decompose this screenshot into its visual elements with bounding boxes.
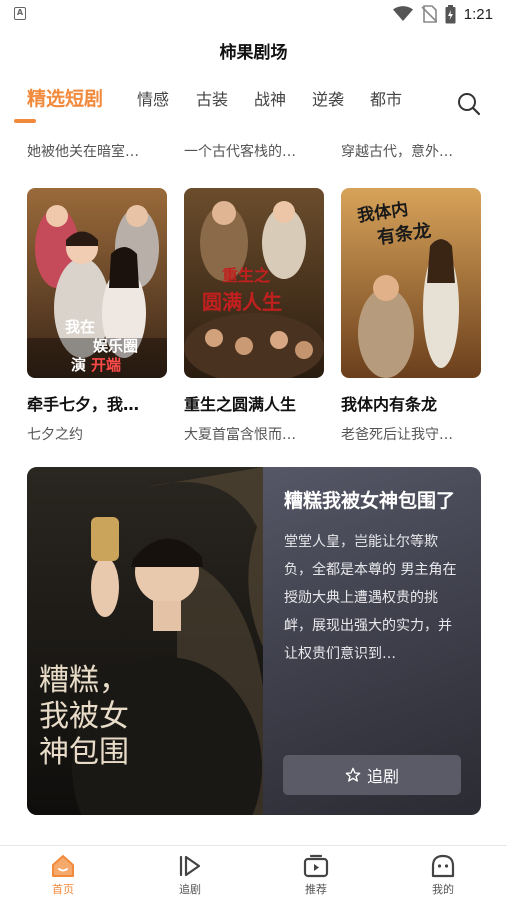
- featured-poster-text: 糟糕，我被女神包围: [39, 663, 129, 770]
- active-tab-indicator: [14, 119, 36, 123]
- poster-text: 重生之: [222, 266, 271, 285]
- search-icon[interactable]: [457, 92, 481, 116]
- tab-war-god[interactable]: 战神: [254, 86, 286, 110]
- no-sim-icon: [421, 5, 437, 23]
- tab-counterattack[interactable]: 逆袭: [312, 86, 344, 110]
- nav-label: 我的: [432, 883, 454, 896]
- featured-drama-banner[interactable]: 糟糕，我被女神包围 糟糕我被女神包围了 堂堂人皇，岂能让尔等欺负，全都是本尊的 …: [27, 467, 481, 815]
- home-icon: [52, 855, 74, 877]
- notification-a-icon: A: [14, 7, 26, 20]
- tab-emotion[interactable]: 情感: [137, 86, 169, 110]
- card-title: 牵手七夕，我…: [27, 395, 140, 414]
- tab-costume[interactable]: 古装: [196, 86, 228, 110]
- clock-time: 1:21: [463, 5, 493, 23]
- drama-card[interactable]: 我在 娱乐圈 演 开端 牵手七夕，我… 七夕之约: [27, 188, 167, 444]
- prev-card-desc: 穿越古代，意外…: [341, 144, 453, 160]
- bottom-navigation: 首页 追剧 推荐 我的: [0, 845, 507, 901]
- follow-button-label: 追剧: [366, 767, 399, 786]
- nav-profile[interactable]: 我的: [413, 854, 473, 897]
- drama-card[interactable]: 我体内 有条龙 我体内有条龙 老爸死后让我守…: [341, 188, 481, 444]
- tab-urban[interactable]: 都市: [370, 86, 402, 110]
- nav-label: 推荐: [305, 883, 327, 896]
- nav-recommend[interactable]: 推荐: [286, 854, 346, 897]
- poster-text: 演: [71, 356, 87, 374]
- nav-label: 首页: [52, 883, 74, 896]
- featured-title: 糟糕我被女神包围了: [284, 490, 456, 512]
- drama-poster[interactable]: 我体内 有条龙: [341, 188, 481, 378]
- category-tabs: 精选短剧 情感 古装 战神 逆袭 都市: [0, 86, 507, 126]
- prev-card-desc: 一个古代客栈的…: [184, 144, 296, 160]
- drama-poster[interactable]: 我在 娱乐圈 演 开端: [27, 188, 167, 378]
- status-icons: 1:21: [392, 4, 493, 24]
- tv-icon: [303, 854, 329, 878]
- prev-card-desc: 她被他关在暗室…: [27, 144, 139, 160]
- nav-label: 追剧: [179, 883, 201, 896]
- card-title: 重生之圆满人生: [184, 395, 297, 414]
- featured-info: 糟糕我被女神包围了 堂堂人皇，岂能让尔等欺负，全都是本尊的 男主角在授勋大典上遭…: [284, 487, 464, 668]
- star-icon: [345, 767, 361, 782]
- status-bar: A 1:21: [0, 0, 507, 30]
- wifi-icon: [392, 6, 413, 21]
- nav-home[interactable]: 首页: [33, 854, 93, 897]
- drama-card[interactable]: 重生之 圆满人生 重生之圆满人生 大夏首富含恨而…: [184, 188, 324, 444]
- featured-poster[interactable]: 糟糕，我被女神包围: [27, 467, 263, 815]
- card-subtitle: 大夏首富含恨而…: [184, 427, 296, 443]
- follow-drama-button[interactable]: 追剧: [283, 755, 461, 795]
- poster-text: 娱乐圈: [93, 337, 139, 355]
- card-subtitle: 七夕之约: [27, 427, 83, 443]
- app-title: 柿果剧场: [219, 43, 288, 63]
- poster-text: 圆满人生: [202, 290, 282, 314]
- card-title: 我体内有条龙: [341, 395, 438, 414]
- nav-following[interactable]: 追剧: [160, 854, 220, 897]
- poster-text: 开端: [91, 356, 122, 374]
- featured-description: 堂堂人皇，岂能让尔等欺负，全都是本尊的 男主角在授勋大典上遭遇权贵的挑衅，展现出…: [284, 534, 457, 662]
- poster-text: 我在: [65, 318, 96, 336]
- battery-icon: [445, 4, 456, 23]
- play-icon: [179, 855, 201, 877]
- card-subtitle: 老爸死后让我守…: [341, 427, 453, 443]
- tab-featured[interactable]: 精选短剧: [27, 84, 103, 111]
- profile-icon: [431, 854, 455, 878]
- drama-poster[interactable]: 重生之 圆满人生: [184, 188, 324, 378]
